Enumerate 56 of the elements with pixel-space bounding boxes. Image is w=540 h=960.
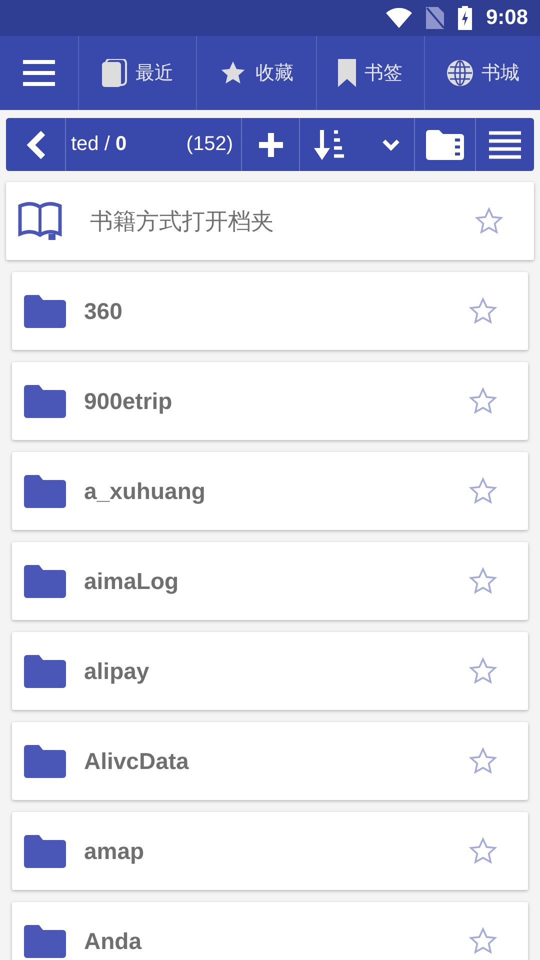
folder-icon bbox=[24, 834, 66, 868]
book-stack-icon bbox=[101, 59, 128, 87]
globe-icon bbox=[446, 59, 474, 87]
star-icon[interactable] bbox=[468, 656, 498, 686]
folder-name: 900etrip bbox=[84, 388, 174, 414]
nav-tab[interactable]: 收藏 bbox=[196, 36, 316, 110]
folder-name: 360 bbox=[84, 298, 124, 324]
folder-icon bbox=[24, 384, 66, 418]
folder-row[interactable]: Anda bbox=[12, 902, 528, 960]
star-icon[interactable] bbox=[468, 566, 498, 596]
plus-icon bbox=[258, 132, 284, 158]
book-mode-label: 书籍方式打开档夹 bbox=[89, 206, 275, 236]
folder-row[interactable]: a_xuhuang bbox=[12, 452, 528, 530]
menu-icon bbox=[23, 60, 55, 86]
folder-icon bbox=[426, 130, 464, 160]
folder-name: aimaLog bbox=[84, 568, 180, 594]
wifi-icon bbox=[386, 8, 412, 28]
folder-name: AlivcData bbox=[84, 748, 190, 774]
star-icon[interactable] bbox=[468, 296, 498, 326]
book-mode-card[interactable]: 书籍方式打开档夹 bbox=[6, 182, 534, 260]
sort-descending-icon bbox=[314, 130, 346, 160]
folder-path: ted / 0 bbox=[71, 133, 127, 156]
folder-row[interactable]: 900etrip bbox=[12, 362, 528, 440]
folder-row[interactable]: 360 bbox=[12, 272, 528, 350]
star-icon[interactable] bbox=[474, 206, 504, 236]
folder-row[interactable]: amap bbox=[12, 812, 528, 890]
folder-row[interactable]: aimaLog bbox=[12, 542, 528, 620]
nav-tab[interactable]: 最近 bbox=[78, 36, 196, 110]
nav-tab[interactable]: 书城 bbox=[424, 36, 540, 110]
folder-name: amap bbox=[84, 838, 146, 864]
folder-icon bbox=[24, 924, 66, 958]
folder-icon bbox=[24, 744, 66, 778]
star-icon[interactable] bbox=[468, 926, 498, 956]
back-icon bbox=[24, 130, 46, 160]
star-icon[interactable] bbox=[468, 476, 498, 506]
folder-name: a_xuhuang bbox=[84, 478, 206, 504]
status-time: 9:08 bbox=[486, 6, 528, 30]
bookmark-icon bbox=[338, 59, 356, 87]
folder-name: alipay bbox=[84, 658, 150, 684]
list-icon bbox=[489, 130, 521, 158]
folder-icon bbox=[24, 654, 66, 688]
star-icon[interactable] bbox=[468, 836, 498, 866]
folder-name: Anda bbox=[84, 928, 143, 954]
battery-charging-icon bbox=[458, 6, 472, 30]
nav-tab[interactable]: 书签 bbox=[316, 36, 424, 110]
chevron-down-icon bbox=[382, 138, 400, 150]
folder-icon bbox=[24, 474, 66, 508]
folder-icon bbox=[24, 294, 66, 328]
open-book-icon bbox=[18, 202, 62, 240]
folder-row[interactable]: AlivcData bbox=[12, 722, 528, 800]
star-icon[interactable] bbox=[468, 746, 498, 776]
item-count: (152) bbox=[186, 133, 233, 156]
star-icon[interactable] bbox=[468, 386, 498, 416]
folder-icon bbox=[24, 564, 66, 598]
folder-row[interactable]: alipay bbox=[12, 632, 528, 710]
no-sim-icon bbox=[426, 7, 444, 29]
